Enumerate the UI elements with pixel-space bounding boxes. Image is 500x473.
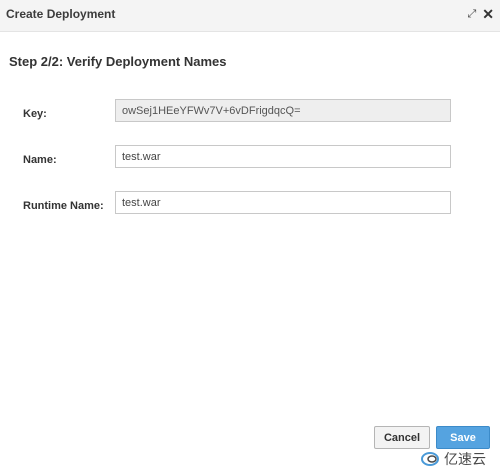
watermark-text: 亿速云 (444, 451, 486, 467)
cancel-button[interactable]: Cancel (374, 426, 430, 449)
runtime-name-label: Runtime Name: (23, 200, 104, 212)
maximize-icon[interactable]: ⤢ (467, 8, 476, 20)
key-label: Key: (23, 108, 47, 120)
name-label: Name: (23, 154, 57, 166)
step-title: Step 2/2: Verify Deployment Names (9, 54, 227, 69)
save-button[interactable]: Save (436, 426, 490, 449)
watermark-logo-icon (421, 452, 439, 466)
watermark: 亿速云 (421, 449, 486, 469)
name-field[interactable] (115, 145, 451, 168)
dialog-titlebar: Create Deployment ⤢ ✕ (0, 0, 500, 32)
key-field[interactable] (115, 99, 451, 122)
close-icon[interactable]: ✕ (482, 7, 494, 21)
runtime-name-field[interactable] (115, 191, 451, 214)
dialog-title: Create Deployment (6, 7, 116, 21)
window-controls: ⤢ ✕ (467, 7, 494, 21)
